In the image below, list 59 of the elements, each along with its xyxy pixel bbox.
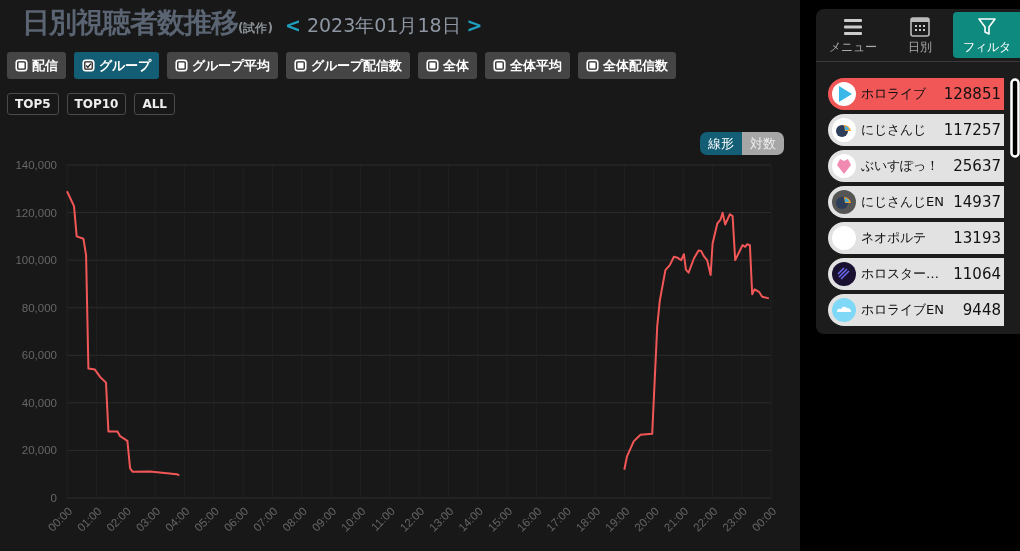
y-axis-label: 80,000 [21,301,57,314]
y-axis-label: 120,000 [15,206,57,219]
date-label: 2023年01月18日 [306,13,461,38]
nav-tab[interactable]: 日別 [886,12,954,58]
filter-toggle-button[interactable]: グループ [74,52,159,79]
group-name: ホロライブEN [861,301,945,319]
scrollbar-thumb[interactable] [1010,78,1020,158]
group-avatar-icon [831,225,857,251]
group-name: にじさんじ [861,121,927,139]
group-viewer-count: 11064 [953,265,1002,283]
nav-tab[interactable]: メニュー [820,12,887,58]
group-avatar-icon [831,117,857,143]
group-list-item[interactable]: ホロスター… 11064 [828,258,1004,290]
y-axis-label: 0 [50,492,57,504]
y-axis-label: 60,000 [21,349,57,362]
y-axis-label: 40,000 [21,396,57,409]
menu-icon [842,17,865,37]
group-list-item[interactable]: ホロライブ 128851 [828,78,1004,110]
group-list-item[interactable]: ホロライブEN 9448 [828,294,1004,326]
group-viewer-count: 9448 [962,301,1002,319]
group-viewer-count: 14937 [953,193,1002,211]
group-avatar-icon [831,261,857,287]
filter-toggle-button[interactable]: 全体配信数 [578,52,676,79]
page-subtitle: (試作) [238,21,273,35]
group-avatar-icon [831,81,857,107]
group-list-item[interactable]: ネオポルテ 13193 [828,222,1004,254]
group-list-item[interactable]: にじさんじ 117257 [828,114,1004,146]
nav-tab[interactable]: フィルタ [953,12,1020,58]
group-viewer-count: 13193 [953,229,1002,247]
filter-toggle-button[interactable]: 全体平均 [485,52,570,79]
calendar-icon [909,17,931,37]
y-axis-label: 20,000 [21,444,57,457]
group-name: ホロスター… [861,265,940,283]
group-list-item[interactable]: にじさんじEN 14937 [828,186,1004,218]
filter-toggle-button[interactable]: 配信 [7,52,66,79]
ranking-button[interactable]: TOP10 [66,93,127,115]
ranking-button[interactable]: TOP5 [7,93,59,115]
previous-day-link[interactable]: < [284,14,301,36]
page-title: 日別視聴者数推移 [22,5,238,41]
filter-toggle-button[interactable]: グループ配信数 [286,52,410,79]
next-day-link[interactable]: > [466,14,483,36]
y-axis-label: 140,000 [15,159,57,171]
group-name: ネオポルテ [861,229,927,247]
group-list-item[interactable]: ぶいすぽっ！ 25637 [828,150,1004,182]
scale-toggle-button[interactable]: 線形 [700,132,742,155]
filter-icon [975,17,998,37]
filter-toggle-button[interactable]: グループ平均 [167,52,278,79]
group-viewer-count: 25637 [953,157,1002,175]
ranking-button[interactable]: ALL [134,93,175,115]
group-avatar-icon [831,189,857,215]
group-avatar-icon [831,153,857,179]
y-axis-label: 100,000 [15,254,57,267]
group-viewer-count: 117257 [943,121,1002,139]
group-name: にじさんじEN [861,193,945,211]
group-avatar-icon [831,297,857,323]
group-name: ホロライブ [861,85,927,103]
filter-toggle-button[interactable]: 全体 [418,52,477,79]
group-viewer-count: 128851 [943,85,1002,103]
group-name: ぶいすぽっ！ [861,157,940,175]
